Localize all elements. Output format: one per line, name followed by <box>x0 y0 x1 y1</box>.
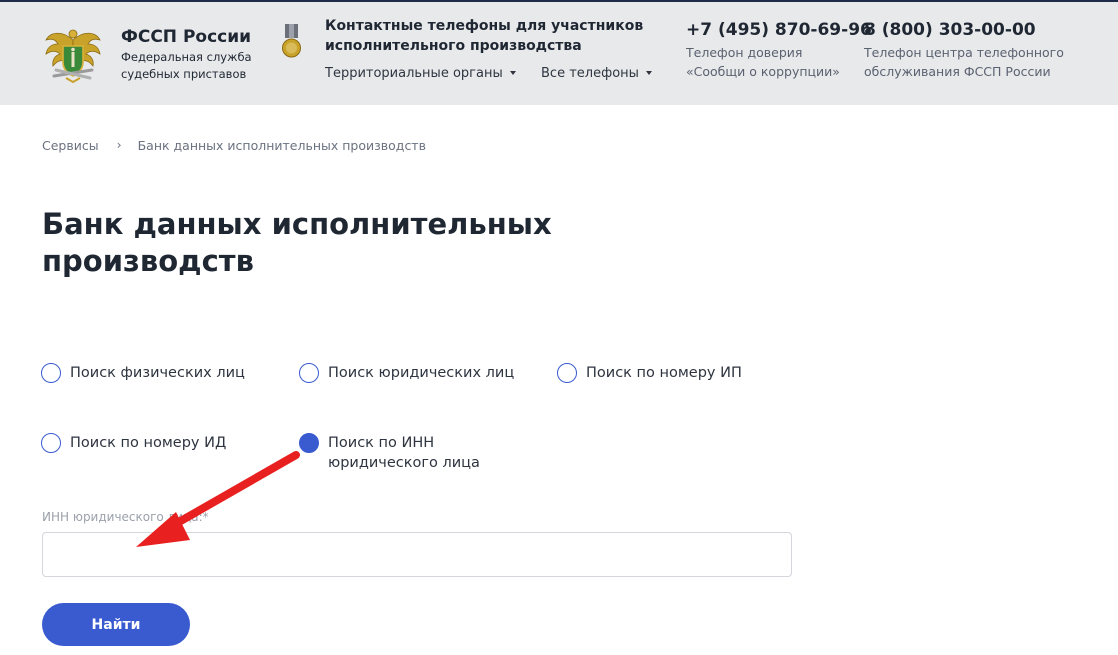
territorial-dropdown[interactable]: Территориальные органы <box>325 66 516 81</box>
breadcrumb-separator: › <box>116 137 122 152</box>
breadcrumb: Сервисы › Банк данных исполнительных произ… <box>42 137 426 153</box>
radio-search-individuals[interactable]: Поиск физических лиц <box>41 363 245 383</box>
all-phones-dropdown[interactable]: Все телефоны <box>541 66 652 81</box>
radio-label[interactable]: Поиск по номеру ИД <box>70 433 226 453</box>
org-subtitle: Федеральная служба судебных приставов <box>121 50 252 81</box>
search-button[interactable]: Найти <box>42 603 190 646</box>
fssp-emblem-icon[interactable] <box>44 26 102 86</box>
breadcrumb-services-link[interactable]: Сервисы <box>42 138 99 153</box>
caret-down-icon <box>509 70 516 75</box>
contacts-title[interactable]: Контактные телефоны для участников испол… <box>325 16 655 56</box>
radio-label[interactable]: Поиск по номеру ИП <box>586 363 742 383</box>
org-name[interactable]: ФССП России <box>121 27 251 47</box>
medal-icon <box>282 24 301 58</box>
radio-circle[interactable] <box>299 363 319 383</box>
radio-search-id-number[interactable]: Поиск по номеру ИД <box>41 433 226 453</box>
radio-circle[interactable] <box>41 363 61 383</box>
territorial-dropdown-label: Территориальные органы <box>325 66 503 81</box>
call-center-note: Телефон центра телефонного обслуживания … <box>864 45 1064 79</box>
all-phones-dropdown-label: Все телефоны <box>541 66 639 81</box>
radio-search-ip-number[interactable]: Поиск по номеру ИП <box>557 363 742 383</box>
radio-circle-checked[interactable] <box>299 433 319 453</box>
breadcrumb-current: Банк данных исполнительных производств <box>137 138 426 153</box>
caret-down-icon <box>645 70 652 75</box>
inn-field-label: ИНН юридического лица:* <box>42 510 209 524</box>
hotline-phone[interactable]: +7 (495) 870-69-96 <box>686 20 872 40</box>
radio-label[interactable]: Поиск физических лиц <box>70 363 245 383</box>
page-title: Банк данных исполнительных производств <box>42 207 552 278</box>
site-header: ФССП России Федеральная служба судебных … <box>0 2 1118 105</box>
call-center-phone[interactable]: 8 (800) 303-00-00 <box>864 20 1036 40</box>
radio-search-inn[interactable]: Поиск по ИНН юридического лица <box>299 433 498 473</box>
radio-circle[interactable] <box>557 363 577 383</box>
radio-search-legal-entities[interactable]: Поиск юридических лиц <box>299 363 514 383</box>
inn-input[interactable] <box>42 532 792 577</box>
hotline-note: Телефон доверия «Сообщи о коррупции» <box>686 45 840 79</box>
radio-circle[interactable] <box>41 433 61 453</box>
radio-label[interactable]: Поиск по ИНН юридического лица <box>328 433 498 473</box>
radio-label[interactable]: Поиск юридических лиц <box>328 363 514 383</box>
